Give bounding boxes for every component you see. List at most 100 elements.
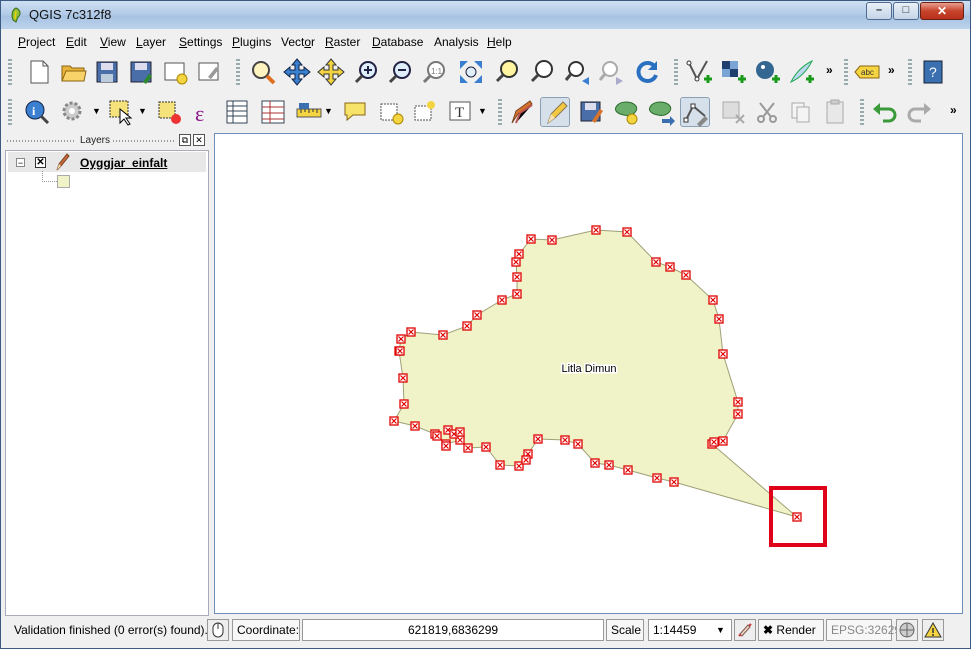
chevron-down-icon[interactable]: ▼ (92, 106, 101, 116)
menu-project[interactable]: Project (18, 35, 55, 49)
toolbar-grip[interactable] (844, 59, 848, 87)
undo-button[interactable] (870, 97, 900, 127)
text-annotation-button[interactable]: T (446, 97, 476, 127)
save-as-button[interactable] (126, 57, 156, 87)
map-canvas[interactable]: Litla Dimun (214, 133, 963, 614)
node-tool-button[interactable] (680, 97, 710, 127)
toolbar-grip[interactable] (236, 59, 240, 87)
menu-layer[interactable]: Layer (136, 35, 166, 49)
maximize-button[interactable]: □ (893, 2, 919, 20)
toolbar-grip[interactable] (8, 99, 12, 127)
render-checkbox[interactable]: ✖ (763, 623, 773, 637)
menu-edit[interactable]: Edit (66, 35, 87, 49)
menu-plugins[interactable]: Plugins (232, 35, 271, 49)
menu-database[interactable]: Database (372, 35, 423, 49)
chevron-down-icon[interactable]: ▼ (716, 625, 725, 635)
menu-raster[interactable]: Raster (325, 35, 360, 49)
add-vector-layer-button[interactable] (684, 57, 714, 87)
map-tips-button[interactable] (340, 97, 370, 127)
zoom-to-layer-button[interactable] (528, 57, 558, 87)
layer-legend-swatch (57, 175, 70, 188)
crs-status-button[interactable]: EPSG:32629 (826, 619, 901, 641)
chevron-down-icon[interactable]: ▼ (478, 106, 487, 116)
layer-name[interactable]: Oyggjar_einfalt (80, 156, 167, 170)
zoom-last-button[interactable] (562, 57, 592, 87)
toolbar-grip[interactable] (908, 59, 912, 87)
add-postgis-layer-button[interactable] (752, 57, 782, 87)
toolbar-grip[interactable] (498, 99, 502, 127)
collapse-toggle[interactable]: − (16, 158, 25, 168)
field-calculator-button[interactable]: ε (188, 97, 218, 127)
zoom-to-selection-button[interactable] (492, 57, 522, 87)
run-action-button[interactable] (58, 97, 88, 127)
title-bar[interactable]: QGIS 7c312f8 – □ ✕ (1, 1, 970, 29)
render-toggle[interactable]: ✖ Render (758, 619, 824, 641)
new-print-composer-button[interactable] (160, 57, 190, 87)
copy-features-button[interactable] (786, 97, 816, 127)
zoom-in-move-button[interactable] (316, 57, 346, 87)
stop-render-button[interactable] (734, 619, 756, 641)
new-project-button[interactable] (24, 57, 54, 87)
zoom-in-button[interactable] (352, 57, 382, 87)
zoom-next-button[interactable] (596, 57, 626, 87)
messages-button[interactable] (922, 619, 944, 641)
add-spatialite-layer-button[interactable] (786, 57, 816, 87)
attribute-table-button[interactable] (222, 97, 252, 127)
layer-visibility-checkbox[interactable]: ✕ (35, 157, 46, 168)
toolbar-overflow-chevron[interactable]: » (826, 63, 833, 77)
identify-button[interactable]: i (22, 97, 52, 127)
current-edits-button[interactable] (506, 97, 536, 127)
close-panel-button[interactable]: ✕ (193, 134, 205, 146)
redo-button[interactable] (904, 97, 934, 127)
close-button[interactable]: ✕ (920, 2, 964, 20)
show-bookmarks-button[interactable] (410, 97, 440, 127)
label-button[interactable]: abc (852, 57, 882, 87)
pan-button[interactable] (248, 57, 278, 87)
delete-selected-button[interactable] (718, 97, 748, 127)
zoom-to-layer-icon (530, 60, 553, 83)
coordinate-input[interactable]: 621819,6836299 (302, 619, 604, 641)
zoom-actual-button[interactable]: 1:1 (420, 57, 450, 87)
toolbar-grip[interactable] (8, 59, 12, 87)
statistics-button[interactable] (258, 97, 288, 127)
toolbar-grip[interactable] (860, 99, 864, 127)
deselect-button[interactable] (154, 97, 184, 127)
layer-tree[interactable]: − ✕ Oyggjar_einfalt (5, 150, 209, 616)
panel-splitter[interactable] (209, 133, 213, 615)
chevron-down-icon[interactable]: ▼ (324, 106, 333, 116)
projection-button[interactable] (896, 619, 918, 641)
chevron-down-icon[interactable]: ▼ (138, 106, 147, 116)
help-button[interactable]: ? (918, 57, 948, 87)
layers-panel-title-bar[interactable]: Layers ⧉ ✕ (5, 133, 209, 149)
menu-vector[interactable]: Vector (281, 35, 315, 49)
coordinate-toggle-button[interactable] (207, 619, 229, 641)
save-project-button[interactable] (92, 57, 122, 87)
add-feature-button[interactable] (612, 97, 642, 127)
toggle-editing-button[interactable] (540, 97, 570, 127)
refresh-button[interactable] (632, 57, 662, 87)
current-edits-icon (511, 100, 533, 124)
menu-help[interactable]: Help (487, 35, 512, 49)
menu-analysis[interactable]: Analysis (434, 35, 479, 49)
toolbar-grip[interactable] (674, 59, 678, 87)
zoom-out-button[interactable] (386, 57, 416, 87)
add-raster-layer-button[interactable] (718, 57, 748, 87)
measure-button[interactable] (294, 97, 324, 127)
paste-features-button[interactable] (820, 97, 850, 127)
float-panel-button[interactable]: ⧉ (179, 134, 191, 146)
toolbar-overflow-chevron[interactable]: » (888, 63, 895, 77)
select-features-button[interactable] (106, 97, 136, 127)
menu-settings[interactable]: Settings (179, 35, 222, 49)
toolbar-overflow-chevron[interactable]: » (950, 103, 957, 117)
open-project-button[interactable] (58, 57, 88, 87)
new-bookmark-button[interactable] (376, 97, 406, 127)
pan-to-selection-button[interactable] (282, 57, 312, 87)
cut-features-button[interactable] (752, 97, 782, 127)
move-feature-button[interactable] (646, 97, 676, 127)
composer-manager-button[interactable] (194, 57, 224, 87)
zoom-full-button[interactable] (456, 57, 486, 87)
menu-view[interactable]: View (100, 35, 126, 49)
minimize-button[interactable]: – (866, 2, 892, 20)
run-action-icon (62, 101, 82, 121)
save-edits-button[interactable] (576, 97, 606, 127)
